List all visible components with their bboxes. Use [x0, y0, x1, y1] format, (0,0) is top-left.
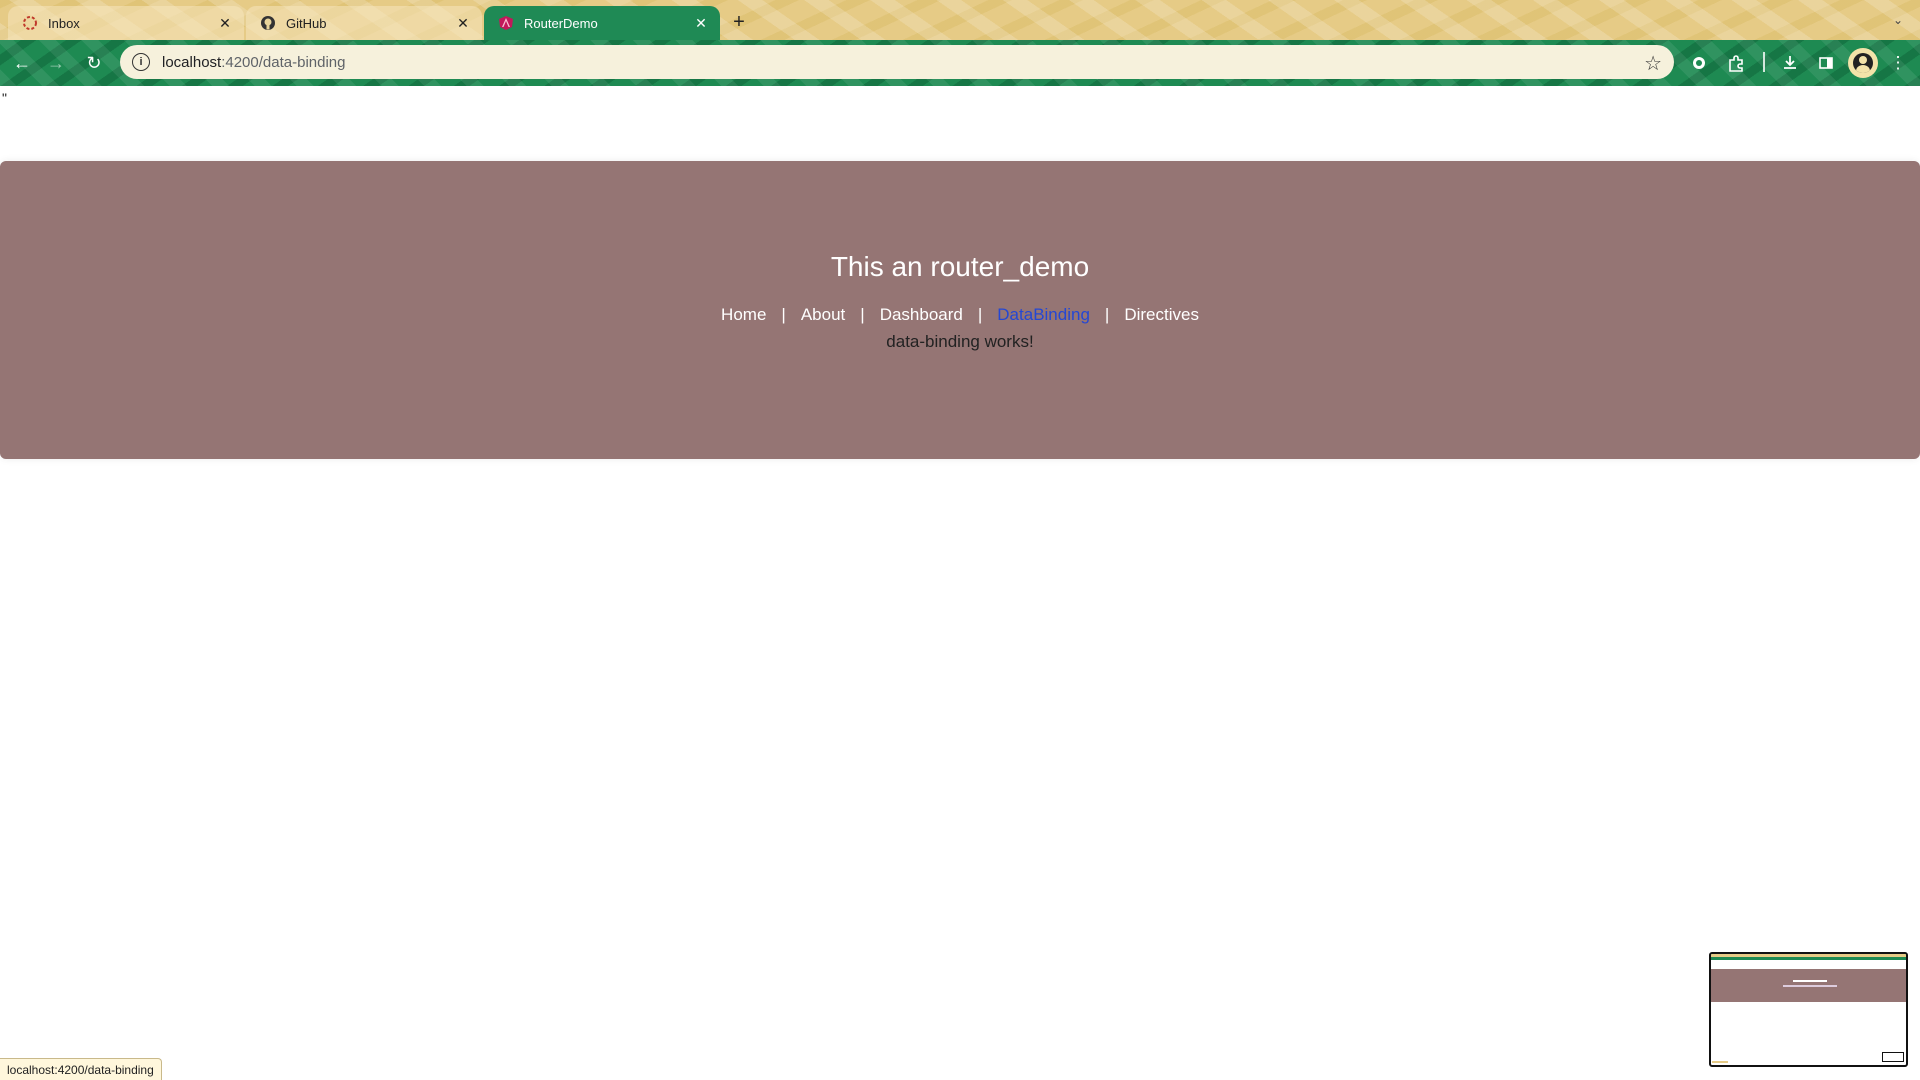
reload-icon[interactable]: ↻ [82, 51, 106, 75]
extensions-puzzle-icon[interactable] [1723, 50, 1749, 76]
tab-routerdemo[interactable]: RouterDemo ✕ [484, 6, 720, 40]
main-nav: Home | About | Dashboard | DataBinding |… [0, 305, 1920, 325]
address-host: localhost [162, 53, 222, 71]
nav-separator: | [1104, 305, 1110, 324]
tab-title: RouterDemo [524, 15, 598, 31]
close-icon[interactable]: ✕ [216, 14, 234, 32]
angular-icon [499, 16, 513, 30]
nav-separator: | [860, 305, 865, 324]
nav-separator: | [781, 305, 786, 324]
inbox-favicon-icon [23, 16, 37, 30]
router-demo-header: This an router_demo Home | About | Dashb… [0, 161, 1920, 459]
address-path: :4200/data-binding [221, 53, 346, 71]
nav-link-about[interactable]: About [801, 305, 845, 325]
data-binding-message: data-binding works! [886, 332, 1034, 351]
tab-inbox[interactable]: Inbox ✕ [8, 6, 244, 40]
profile-avatar[interactable] [1848, 48, 1878, 78]
nav-link-dashboard[interactable]: Dashboard [880, 305, 963, 325]
address-bar[interactable]: i localhost:4200/data-binding ☆ [120, 45, 1674, 79]
toolbar-divider [1763, 52, 1765, 72]
close-icon[interactable]: ✕ [692, 14, 710, 32]
nav-link-home[interactable]: Home [721, 305, 766, 325]
page-title: This an router_demo [830, 251, 1090, 282]
nav-link-directives[interactable]: Directives [1124, 305, 1199, 325]
site-info-icon[interactable]: i [132, 53, 150, 71]
tab-title: GitHub [286, 15, 327, 31]
close-icon[interactable]: ✕ [454, 14, 472, 32]
link-status-bar: localhost:4200/data-binding [0, 1058, 162, 1080]
new-tab-button[interactable]: + [725, 8, 753, 36]
github-icon [261, 16, 275, 30]
tab-title: Inbox [48, 15, 80, 31]
forward-arrow-icon[interactable]: → [44, 51, 68, 75]
page-thumbnail-preview[interactable] [1709, 952, 1908, 1067]
tab-github[interactable]: GitHub ✕ [246, 6, 482, 40]
menu-dots-icon[interactable]: ⋮ [1885, 50, 1911, 76]
extension-circle-icon[interactable] [1686, 50, 1712, 76]
bookmark-star-icon[interactable]: ☆ [1644, 51, 1662, 76]
stray-quote-text: " [2, 90, 7, 106]
download-icon[interactable] [1777, 50, 1803, 76]
browser-toolbar: ← → ↻ i localhost:4200/data-binding ☆ ⋮ [0, 40, 1920, 86]
nav-link-databinding[interactable]: DataBinding [997, 305, 1090, 325]
tab-strip: Inbox ✕ GitHub ✕ RouterDemo ✕ + ⌄ [0, 0, 1920, 40]
back-arrow-icon[interactable]: ← [10, 51, 34, 75]
nav-separator: | [977, 305, 983, 324]
chevron-down-icon[interactable]: ⌄ [1888, 10, 1908, 30]
side-panel-icon[interactable] [1813, 50, 1839, 76]
